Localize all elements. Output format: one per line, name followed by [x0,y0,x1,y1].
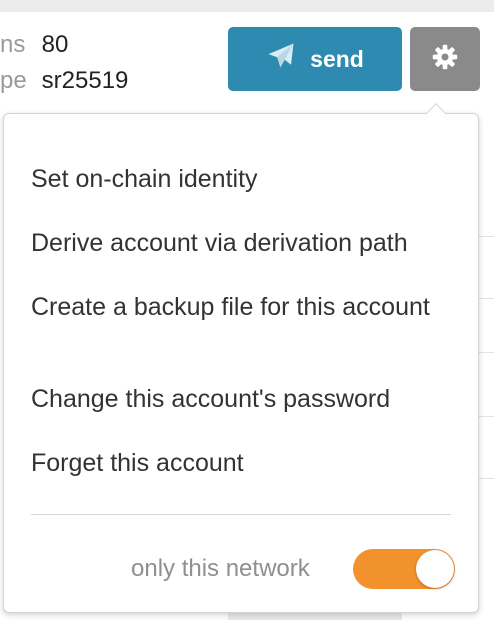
menu-divider [31,514,451,515]
menu-item-derive-account[interactable]: Derive account via derivation path [31,229,461,257]
divider [478,352,494,353]
account-row-type: pe sr25519 [0,66,128,96]
account-row-nonce: ns 80 [0,30,68,60]
divider [478,236,494,237]
divider [478,416,494,417]
settings-button[interactable] [410,27,480,91]
account-actions-menu: Set on-chain identity Derive account via… [3,113,479,613]
divider [478,298,494,299]
gear-icon [431,43,459,76]
toggle-knob [416,550,454,588]
nonce-label: ns [0,31,26,58]
only-this-network-label: only this network [131,555,310,582]
paper-plane-icon [266,41,296,77]
menu-item-forget-account[interactable]: Forget this account [31,449,461,477]
hidden-button [228,612,402,620]
type-label: pe [0,67,27,94]
send-button[interactable]: send [228,27,402,91]
menu-item-change-password[interactable]: Change this account's password [31,385,461,413]
divider [478,478,494,479]
nonce-value: 80 [41,31,69,58]
send-label: send [310,45,364,72]
menu-item-create-backup[interactable]: Create a backup file for this account [31,293,461,321]
menu-item-set-identity[interactable]: Set on-chain identity [31,165,461,193]
type-value: sr25519 [41,67,129,94]
only-this-network-toggle[interactable] [353,549,455,589]
